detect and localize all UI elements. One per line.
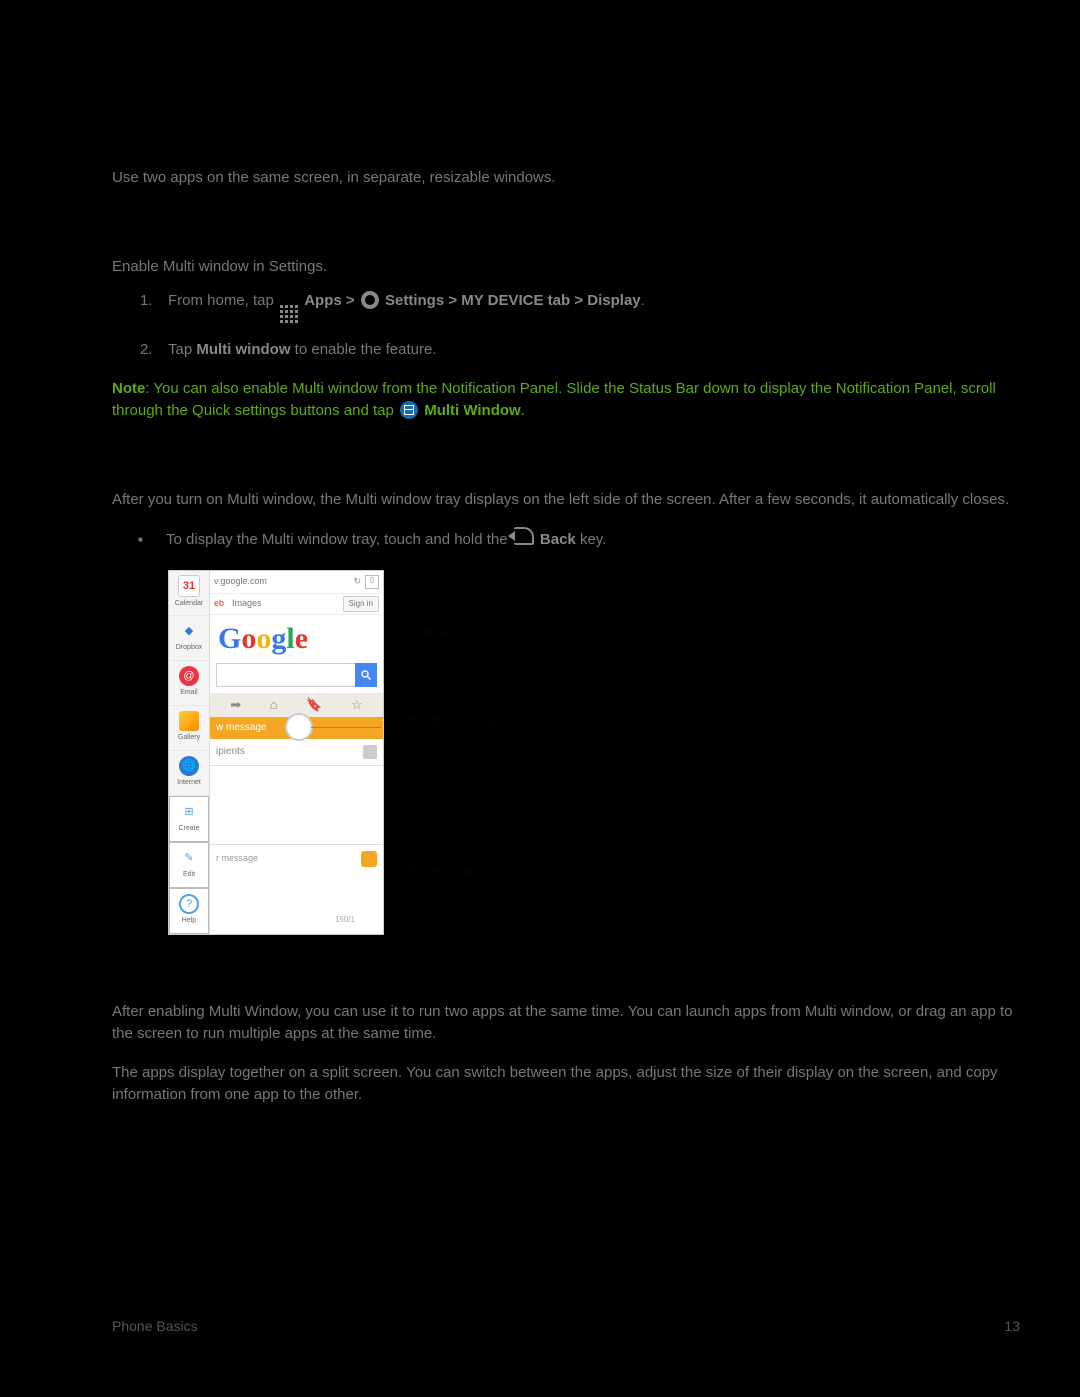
refresh-icon: ↻ — [353, 575, 361, 589]
sidebar-item-create: ⊞Create — [169, 796, 209, 842]
document-page: Multi Window Use two apps on the same sc… — [0, 0, 1080, 1397]
email-icon: @ — [179, 666, 199, 686]
display-intro: After you turn on Multi window, the Mult… — [112, 489, 1018, 512]
dropbox-icon: ◆ — [179, 621, 199, 641]
internet-icon: 🌐 — [179, 756, 199, 776]
address-bar: v.google.com ↻ ▯ — [210, 571, 383, 594]
using-p1: After enabling Multi Window, you can use… — [112, 1001, 1018, 1046]
edit-pencil-icon: ✎ — [179, 848, 199, 868]
window-controls-handle — [285, 713, 313, 741]
bookmark-icon: 🔖 — [306, 695, 322, 715]
google-tabs: eb Images Sign in — [210, 594, 383, 615]
step-1: From home, tap Apps > Settings > MY DEVI… — [140, 290, 1018, 323]
tabs-icon: ▯ — [365, 575, 379, 589]
multiwindow-figure: 31Calendar ◆Dropbox @Email Gallery 🌐Inte… — [168, 570, 1018, 935]
create-icon: ⊞ — [179, 802, 199, 822]
google-search — [216, 663, 377, 687]
home-icon: ⌂ — [270, 695, 278, 715]
using-p2: The apps display together on a split scr… — [112, 1062, 1018, 1107]
apps-grid-icon — [280, 305, 298, 323]
sidebar-item-edit: ✎Edit — [169, 842, 209, 888]
forward-icon: ➡ — [230, 695, 241, 715]
step-2: Tap Multi window to enable the feature. — [140, 339, 1018, 362]
settings-gear-icon — [361, 291, 379, 309]
enable-text: Enable Multi window in Settings. — [112, 256, 1018, 279]
star-icon: ☆ — [351, 695, 363, 715]
phone-mockup: 31Calendar ◆Dropbox @Email Gallery 🌐Inte… — [168, 570, 384, 935]
signin-button: Sign in — [343, 596, 379, 612]
bullet-1: To display the Multi window tray, touch … — [138, 527, 1018, 552]
gallery-icon — [179, 711, 199, 731]
contact-icon — [363, 745, 377, 759]
calendar-icon: 31 — [178, 575, 200, 597]
callout-window-controls: Window controls — [408, 711, 518, 731]
sidebar-item-gallery: Gallery — [169, 706, 209, 751]
search-button — [355, 663, 377, 687]
sidebar-item-calendar: 31Calendar — [169, 571, 209, 616]
send-icon — [361, 851, 377, 867]
message-footer: r message — [210, 844, 383, 873]
back-key-icon — [514, 527, 534, 545]
note-text: Note: You can also enable Multi window f… — [112, 378, 1018, 423]
phone-main: v.google.com ↻ ▯ eb Images Sign in Googl… — [210, 571, 383, 934]
recipients-row: ipients — [210, 739, 383, 766]
multi-window-icon — [400, 401, 418, 419]
callout-panel-controls: Panel controls — [408, 861, 518, 881]
google-logo: Google — [210, 615, 383, 663]
page-number: 13 — [1004, 1316, 1020, 1337]
search-input — [216, 663, 355, 687]
sidebar-item-email: @Email — [169, 661, 209, 706]
char-count: 160/1 — [335, 914, 355, 926]
footer-section: Phone Basics — [112, 1316, 198, 1337]
steps-list: From home, tap Apps > Settings > MY DEVI… — [140, 290, 1018, 362]
intro-text: Use two apps on the same screen, in sepa… — [112, 167, 1018, 190]
bullet-list: To display the Multi window tray, touch … — [138, 527, 1018, 552]
help-icon: ? — [179, 894, 199, 914]
sidebar-item-internet: 🌐Internet — [169, 751, 209, 796]
sidebar-item-dropbox: ◆Dropbox — [169, 616, 209, 661]
page-footer: Phone Basics 13 — [112, 1316, 1020, 1337]
callout-panel: Multi window panel — [408, 622, 518, 642]
message-body — [210, 766, 383, 844]
figure-callouts: Multi window panel Window controls Panel… — [408, 570, 518, 881]
sidebar-item-help: ?Help — [169, 888, 209, 934]
multiwindow-sidebar: 31Calendar ◆Dropbox @Email Gallery 🌐Inte… — [169, 571, 210, 934]
